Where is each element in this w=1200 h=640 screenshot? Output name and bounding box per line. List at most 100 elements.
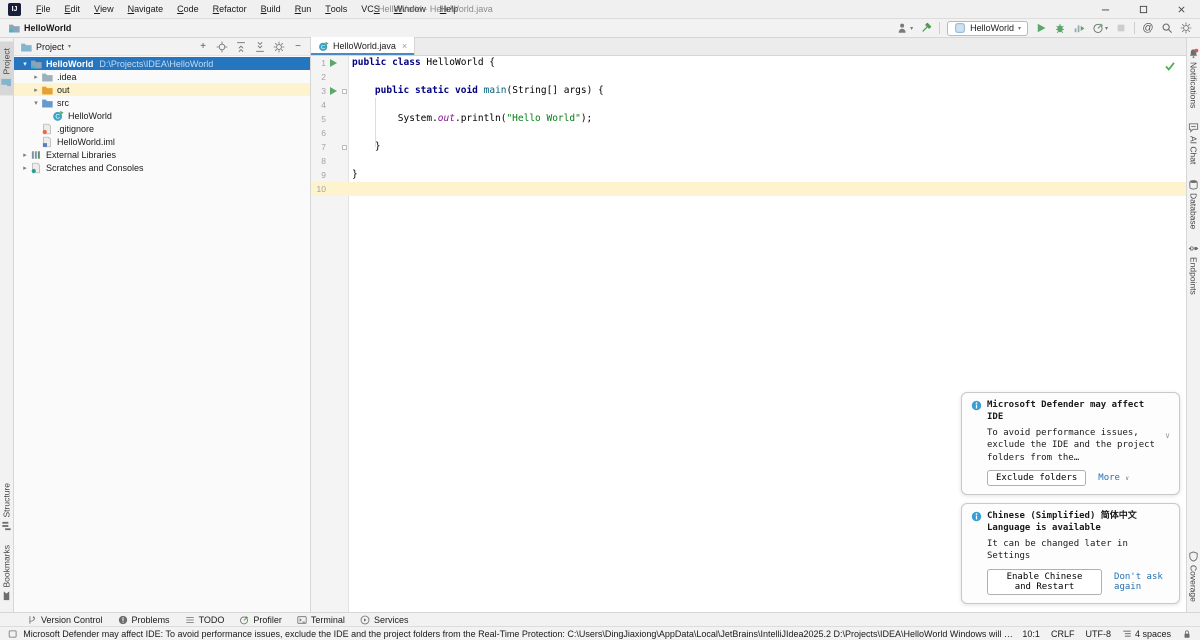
gutter-fold-column bbox=[339, 126, 349, 140]
inspections-ok-icon[interactable] bbox=[1164, 60, 1176, 72]
code-line-8[interactable]: 8 bbox=[311, 154, 1186, 168]
search-everywhere-button[interactable] bbox=[1161, 22, 1173, 34]
tool-window-label: Problems bbox=[131, 614, 170, 625]
intellij-logo-icon: IJ bbox=[8, 2, 21, 16]
status-read-only-toggle[interactable] bbox=[1182, 629, 1192, 639]
tree-item-scratches-and-consoles[interactable]: ▸ Scratches and Consoles bbox=[14, 161, 310, 174]
status-indent-style[interactable]: 4 spaces bbox=[1122, 629, 1171, 639]
menu-run[interactable]: Run bbox=[288, 0, 319, 18]
code-lines: 1 public class HelloWorld {2 3 public stat… bbox=[311, 56, 1186, 196]
enable-chinese-button[interactable]: Enable Chinese and Restart bbox=[987, 569, 1103, 595]
code-line-6[interactable]: 6 bbox=[311, 126, 1186, 140]
code-line-1[interactable]: 1 public class HelloWorld { bbox=[311, 56, 1186, 70]
tool-stripe-structure[interactable]: Structure bbox=[0, 476, 13, 539]
menu-edit[interactable]: Edit bbox=[58, 0, 88, 18]
tool-window-button-todo[interactable]: TODO bbox=[185, 615, 224, 625]
more-link[interactable]: More ∨ bbox=[1098, 473, 1129, 483]
status-line-separator[interactable]: CRLF bbox=[1051, 629, 1075, 639]
close-button[interactable] bbox=[1162, 0, 1200, 18]
code-line-2[interactable]: 2 bbox=[311, 70, 1186, 84]
close-icon bbox=[1177, 5, 1186, 14]
fold-marker-icon[interactable] bbox=[339, 84, 349, 98]
fold-marker-icon[interactable] bbox=[339, 140, 349, 154]
project-widget[interactable]: HelloWorld bbox=[8, 22, 71, 34]
maximize-button[interactable] bbox=[1124, 0, 1162, 18]
status-file-encoding[interactable]: UTF-8 bbox=[1085, 629, 1111, 639]
menu-view[interactable]: View bbox=[87, 0, 121, 18]
tree-item--gitignore[interactable]: .gitignore bbox=[14, 122, 310, 135]
run-button[interactable] bbox=[1035, 22, 1047, 34]
tool-window-button-version-control[interactable]: Version Control bbox=[27, 615, 103, 625]
status-message[interactable]: Microsoft Defender may affect IDE: To av… bbox=[8, 629, 1016, 639]
tool-stripe-ai-chat[interactable]: AI Chat bbox=[1187, 115, 1200, 171]
tab-helloworld-java[interactable]: C HelloWorld.java × bbox=[311, 37, 416, 55]
status-caret-position[interactable]: 10:1 bbox=[1022, 629, 1040, 639]
collapse-notification-icon[interactable]: ∨ bbox=[1165, 431, 1170, 440]
settings-button[interactable] bbox=[1180, 22, 1192, 34]
expand-all-button[interactable] bbox=[235, 41, 247, 53]
tool-window-button-problems[interactable]: Problems bbox=[118, 615, 170, 625]
code-line-3[interactable]: 3 public static void main(String[] args)… bbox=[311, 84, 1186, 98]
code-line-7[interactable]: 7 } bbox=[311, 140, 1186, 154]
status-value: 4 spaces bbox=[1134, 628, 1171, 639]
dont-ask-again-link[interactable]: Don't ask again bbox=[1114, 572, 1170, 592]
run-gutter-icon[interactable] bbox=[328, 56, 339, 70]
chevron-right-icon[interactable]: ▸ bbox=[20, 164, 30, 172]
tool-stripe-database[interactable]: Database bbox=[1187, 172, 1200, 236]
tree-item-helloworld[interactable]: ▾ HelloWorld D:\Projects\IDEA\HelloWorld bbox=[14, 57, 310, 70]
chevron-down-icon[interactable]: ▾ bbox=[20, 60, 30, 68]
run-config-combo[interactable]: HelloWorld ▾ bbox=[947, 20, 1028, 36]
menu-tools[interactable]: Tools bbox=[318, 0, 354, 18]
chevron-right-icon[interactable]: ▸ bbox=[20, 151, 30, 159]
tool-stripe-bookmarks[interactable]: Bookmarks bbox=[0, 538, 13, 609]
hammer-icon bbox=[920, 22, 932, 34]
tree-item-external-libraries[interactable]: ▸ External Libraries bbox=[14, 148, 310, 161]
close-tab-icon[interactable]: × bbox=[402, 41, 407, 51]
chevron-right-icon[interactable]: ▸ bbox=[31, 73, 41, 81]
menu-code[interactable]: Code bbox=[170, 0, 206, 18]
code-line-5[interactable]: 5 System.out.println("Hello World"); bbox=[311, 112, 1186, 126]
menu-file[interactable]: File bbox=[29, 0, 58, 18]
collapse-all-button[interactable] bbox=[254, 41, 266, 53]
tool-window-button-terminal[interactable]: Terminal bbox=[297, 615, 345, 625]
tool-stripe-coverage[interactable]: Coverage bbox=[1187, 544, 1200, 609]
ai-chat-icon bbox=[1188, 122, 1199, 134]
gutter-fold-column bbox=[339, 182, 349, 196]
run-gutter-icon[interactable] bbox=[328, 84, 339, 98]
tree-item-out[interactable]: ▸ out bbox=[14, 83, 310, 96]
tool-stripe-endpoints[interactable]: Endpoints bbox=[1187, 236, 1200, 302]
tool-stripe-notifications[interactable]: Notifications bbox=[1187, 41, 1200, 115]
chevron-down-icon[interactable]: ▾ bbox=[31, 99, 41, 107]
mentions-button[interactable]: @ bbox=[1142, 22, 1154, 34]
debug-button[interactable] bbox=[1054, 22, 1066, 34]
code-editor[interactable]: 1 public class HelloWorld {2 3 public stat… bbox=[311, 56, 1186, 612]
add-button[interactable]: + bbox=[197, 41, 209, 53]
exclude-folders-button[interactable]: Exclude folders bbox=[987, 470, 1087, 487]
select-opened-file-button[interactable] bbox=[216, 41, 228, 53]
tree-item-helloworld[interactable]: C HelloWorld bbox=[14, 109, 310, 122]
hide-panel-button[interactable]: − bbox=[292, 41, 304, 53]
code-line-10[interactable]: 10 bbox=[311, 182, 1186, 196]
tool-stripe-project[interactable]: Project bbox=[0, 41, 13, 96]
tree-item-src[interactable]: ▾ src bbox=[14, 96, 310, 109]
minimize-button[interactable] bbox=[1086, 0, 1124, 18]
status-bar: Microsoft Defender may affect IDE: To av… bbox=[0, 626, 1200, 640]
user-profile-button[interactable]: ▾ bbox=[897, 22, 913, 34]
code-line-4[interactable]: 4 bbox=[311, 98, 1186, 112]
code-line-9[interactable]: 9} bbox=[311, 168, 1186, 182]
tool-window-button-services[interactable]: Services bbox=[360, 615, 408, 625]
stop-button[interactable] bbox=[1115, 22, 1127, 34]
project-panel-title[interactable]: Project bbox=[36, 42, 64, 52]
run-with-coverage-button[interactable] bbox=[1073, 22, 1085, 34]
tool-window-button-profiler[interactable]: Profiler bbox=[239, 615, 282, 625]
tree-item--idea[interactable]: ▸ .idea bbox=[14, 70, 310, 83]
svg-text:C: C bbox=[321, 44, 325, 50]
view-options-button[interactable] bbox=[273, 41, 285, 53]
tree-item-helloworld-iml[interactable]: HelloWorld.iml bbox=[14, 135, 310, 148]
build-project-button[interactable] bbox=[920, 22, 932, 34]
menu-refactor[interactable]: Refactor bbox=[206, 0, 254, 18]
profile-button[interactable]: ▾ bbox=[1092, 22, 1108, 34]
menu-build[interactable]: Build bbox=[254, 0, 288, 18]
chevron-right-icon[interactable]: ▸ bbox=[31, 86, 41, 94]
menu-navigate[interactable]: Navigate bbox=[121, 0, 171, 18]
